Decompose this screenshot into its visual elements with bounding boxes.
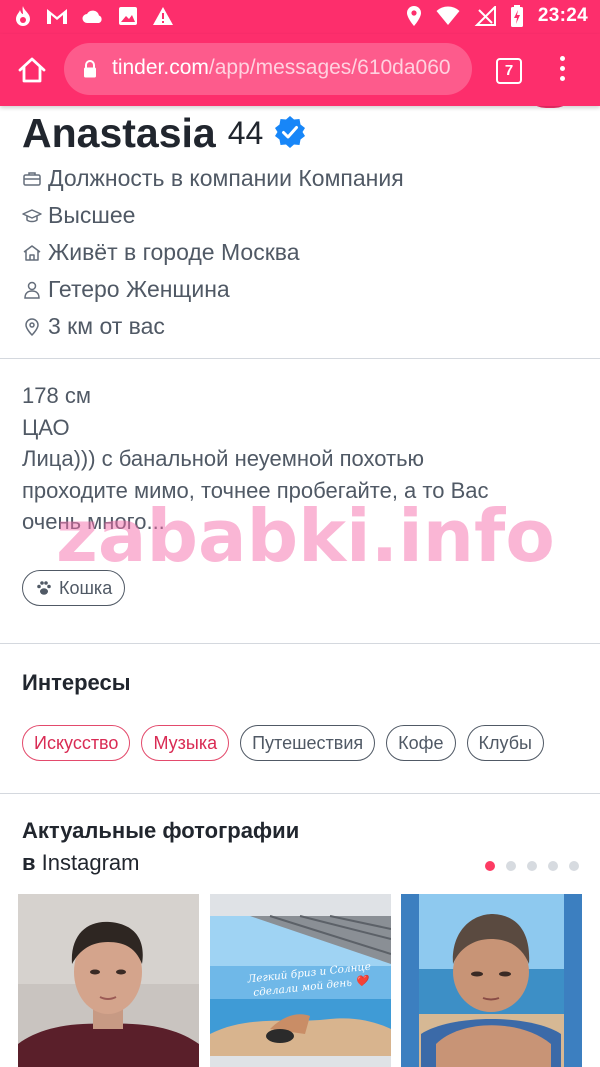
pagination-dot[interactable] — [569, 861, 579, 871]
no-signal-icon — [474, 6, 496, 26]
pagination-dot-active[interactable] — [485, 861, 495, 871]
instagram-photo[interactable] — [401, 894, 582, 1067]
home-button[interactable] — [16, 54, 48, 86]
info-text: Гетеро Женщина — [48, 276, 230, 302]
bio-line: очень много... — [22, 509, 165, 534]
home-icon — [23, 244, 41, 261]
info-row-city: Живёт в городе Москва — [22, 234, 404, 271]
info-text: Живёт в городе Москва — [48, 239, 300, 265]
menu-dot — [559, 66, 565, 71]
info-row-distance: 3 км от вас — [22, 308, 404, 345]
info-text: Должность в компании Компания — [48, 165, 404, 191]
bio-line: ЦАО — [22, 414, 70, 440]
tab-switcher-button[interactable]: 7 — [496, 58, 522, 84]
interests-title: Интересы — [22, 670, 131, 695]
bio-line: Лица))) с банальной неуемной похотью — [22, 446, 425, 471]
status-bar: 23:24 — [0, 0, 600, 34]
address-bar[interactable]: tinder.com/app/messages/610da060 — [64, 43, 472, 95]
bio-line: 178 см — [22, 383, 91, 408]
menu-dot — [559, 76, 565, 81]
location-pin-icon — [25, 317, 39, 336]
browser-toolbar: tinder.com/app/messages/610da060 7 — [0, 34, 600, 106]
carousel-pagination[interactable] — [485, 861, 579, 871]
interest-chip: Клубы — [466, 725, 544, 761]
home-icon — [18, 57, 46, 83]
person-icon — [24, 281, 40, 299]
gmail-icon — [46, 7, 68, 25]
instagram-subtitle-name: Instagram — [41, 850, 140, 875]
pagination-dot[interactable] — [527, 861, 537, 871]
interests-list: Искусство Музыка Путешествия Кофе Клубы — [22, 725, 544, 761]
pet-label: Кошка — [59, 577, 113, 598]
info-row-education: Высшее — [22, 197, 404, 234]
instagram-photo[interactable]: Легкий бриз и Солнце сделали мой день ❤️ — [210, 894, 391, 1067]
interest-chip: Путешествия — [240, 725, 376, 761]
profile-info-list: Должность в компании Компания Высшее Жив… — [22, 160, 404, 345]
interest-chip: Искусство — [22, 725, 131, 761]
clock: 23:24 — [537, 5, 588, 26]
briefcase-icon — [23, 171, 41, 186]
image-icon — [118, 6, 138, 26]
pagination-dot[interactable] — [506, 861, 516, 871]
instagram-photo[interactable] — [18, 894, 199, 1067]
url-path: /app/messages/610da060 — [208, 56, 451, 79]
warning-icon — [152, 6, 174, 26]
cloud-icon — [82, 8, 104, 24]
profile-bio: 178 см ЦАО Лица))) с банальной неуемной … — [22, 380, 582, 538]
paw-icon — [37, 581, 51, 595]
info-row-job: Должность в компании Компания — [22, 160, 404, 197]
pet-chip: Кошка — [22, 570, 126, 606]
profile-age: 44 — [227, 115, 264, 151]
instagram-subtitle-prefix: в — [22, 850, 36, 875]
overflow-menu-button[interactable] — [556, 56, 568, 84]
verified-badge-icon — [273, 115, 307, 153]
divider — [0, 643, 600, 644]
pagination-dot[interactable] — [548, 861, 558, 871]
graduation-cap-icon — [22, 208, 42, 222]
battery-charging-icon — [510, 5, 524, 27]
wifi-icon — [436, 6, 460, 26]
instagram-subtitle: в Instagram — [22, 850, 139, 876]
divider — [0, 793, 600, 794]
profile-name: Anastasia — [22, 110, 216, 156]
interest-chip: Кофе — [386, 725, 456, 761]
instagram-title: Актуальные фотографии — [22, 818, 300, 843]
profile-name-row: Anastasia 44 — [22, 110, 307, 157]
lock-icon — [82, 59, 98, 83]
location-icon — [406, 5, 422, 27]
fire-icon — [14, 5, 32, 27]
interest-chip: Музыка — [141, 725, 230, 761]
info-text: 3 км от вас — [48, 313, 165, 339]
bio-line: проходите мимо, точнее пробегайте, а то … — [22, 477, 489, 503]
info-text: Высшее — [48, 202, 136, 228]
url-text[interactable]: tinder.com/app/messages/610da060 — [112, 56, 451, 80]
info-row-orientation: Гетеро Женщина — [22, 271, 404, 308]
menu-dot — [559, 56, 565, 61]
url-host: tinder.com — [112, 56, 209, 79]
divider — [0, 358, 600, 359]
